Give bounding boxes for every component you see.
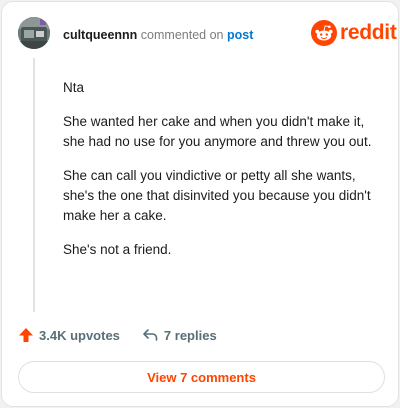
post-link[interactable]: post <box>227 28 253 42</box>
avatar-image-icon <box>18 17 50 49</box>
comment-actions: 3.4K upvotes 7 replies <box>18 327 217 343</box>
view-comments-label: View 7 comments <box>147 369 256 385</box>
username[interactable]: cultqueennn <box>63 28 137 42</box>
comment-paragraph: She's not a friend. <box>63 242 172 257</box>
comment-paragraph: She wanted her cake and when you didn't … <box>63 114 372 149</box>
avatar[interactable] <box>18 17 50 49</box>
upvote-count: 3.4K upvotes <box>39 327 120 343</box>
commented-on-text: commented on <box>140 28 224 42</box>
reddit-alien-icon <box>311 20 337 46</box>
comment-paragraph: Nta <box>63 80 85 95</box>
reply-arrow-icon <box>143 329 158 341</box>
thread-line[interactable] <box>33 58 35 312</box>
upvote-arrow-icon <box>19 328 33 342</box>
comment-header: cultqueennn commented on post <box>63 27 253 43</box>
reddit-logo[interactable]: reddit <box>311 20 397 46</box>
view-comments-button[interactable]: View 7 comments <box>18 361 385 393</box>
comment-paragraph: She can call you vindictive or petty all… <box>63 168 371 223</box>
comment-body: Nta She wanted her cake and when you did… <box>63 78 381 274</box>
reddit-wordmark: reddit <box>340 21 397 44</box>
comment-card: cultqueennn commented on post reddit Nta… <box>1 1 399 407</box>
reply-count: 7 replies <box>163 327 217 343</box>
replies-button[interactable]: 7 replies <box>142 327 217 343</box>
upvote-button[interactable]: 3.4K upvotes <box>18 327 120 343</box>
